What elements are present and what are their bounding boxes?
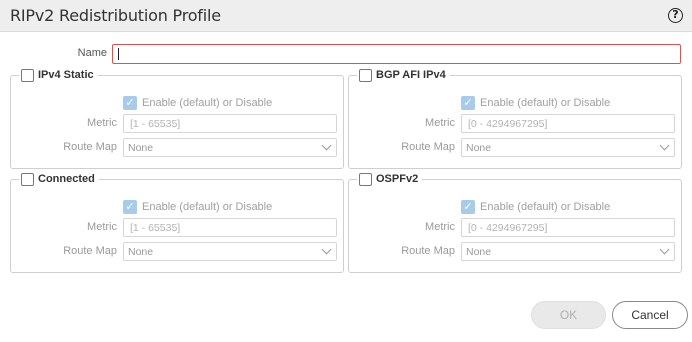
ospfv2-enable-row: ✓ Enable (default) or Disable (461, 200, 610, 214)
ospfv2-group: OSPFv2 ✓ Enable (default) or Disable Met… (348, 171, 682, 273)
connected-legend: Connected (19, 171, 99, 187)
ipv4-static-metric-input: [1 - 65535] (123, 114, 337, 133)
chevron-down-icon (321, 140, 332, 151)
ospfv2-checkbox[interactable] (359, 172, 372, 186)
connected-group: Connected ✓ Enable (default) or Disable … (10, 171, 344, 273)
ipv4-static-route-map-label: Route Map (63, 141, 117, 153)
ipv4-static-enable-label: Enable (default) or Disable (142, 97, 273, 109)
ipv4-static-label: IPv4 Static (38, 69, 94, 81)
ospfv2-legend: OSPFv2 (357, 171, 423, 187)
connected-enable-checkbox: ✓ (123, 200, 137, 214)
chevron-down-icon (659, 244, 670, 255)
dialog-title: RIPv2 Redistribution Profile (10, 6, 221, 25)
ospfv2-label: OSPFv2 (376, 173, 419, 185)
cancel-button[interactable]: Cancel (612, 301, 688, 329)
ospfv2-route-map-select: None (461, 242, 675, 261)
connected-metric-label: Metric (87, 221, 117, 233)
text-caret (118, 48, 119, 60)
ipv4-static-legend: IPv4 Static (19, 67, 98, 83)
bgp-afi-ipv4-enable-label: Enable (default) or Disable (480, 97, 611, 109)
connected-metric-input: [1 - 65535] (123, 218, 337, 237)
ipv4-static-metric-label: Metric (87, 117, 117, 129)
chevron-down-icon (659, 140, 670, 151)
bgp-afi-ipv4-enable-checkbox: ✓ (461, 96, 475, 110)
ipv4-static-group: IPv4 Static ✓ Enable (default) or Disabl… (10, 67, 344, 169)
bgp-afi-ipv4-route-map-label: Route Map (401, 141, 455, 153)
connected-checkbox[interactable] (21, 172, 34, 186)
dialog-titlebar: RIPv2 Redistribution Profile ? (0, 0, 692, 32)
name-input[interactable] (112, 44, 681, 64)
ospfv2-route-map-value: None (466, 246, 492, 258)
bgp-afi-ipv4-metric-label: Metric (425, 117, 455, 129)
bgp-afi-ipv4-enable-row: ✓ Enable (default) or Disable (461, 96, 610, 110)
ok-button[interactable]: OK (531, 301, 606, 329)
connected-enable-row: ✓ Enable (default) or Disable (123, 200, 272, 214)
ipv4-static-checkbox[interactable] (21, 68, 34, 82)
ospfv2-metric-input: [0 - 4294967295] (461, 218, 675, 237)
connected-route-map-label: Route Map (63, 245, 117, 257)
bgp-afi-ipv4-checkbox[interactable] (359, 68, 372, 82)
ospfv2-metric-label: Metric (425, 221, 455, 233)
bgp-afi-ipv4-legend: BGP AFI IPv4 (357, 67, 450, 83)
bgp-afi-ipv4-group: BGP AFI IPv4 ✓ Enable (default) or Disab… (348, 67, 682, 169)
ipv4-static-enable-checkbox: ✓ (123, 96, 137, 110)
ospfv2-enable-label: Enable (default) or Disable (480, 201, 611, 213)
ipv4-static-route-map-value: None (128, 142, 154, 154)
chevron-down-icon (321, 244, 332, 255)
bgp-afi-ipv4-route-map-select: None (461, 138, 675, 157)
connected-enable-label: Enable (default) or Disable (142, 201, 273, 213)
ospfv2-route-map-label: Route Map (401, 245, 455, 257)
bgp-afi-ipv4-metric-input: [0 - 4294967295] (461, 114, 675, 133)
bgp-afi-ipv4-label: BGP AFI IPv4 (376, 69, 446, 81)
ipv4-static-route-map-select: None (123, 138, 337, 157)
bgp-afi-ipv4-route-map-value: None (466, 142, 492, 154)
ipv4-static-enable-row: ✓ Enable (default) or Disable (123, 96, 272, 110)
ospfv2-enable-checkbox: ✓ (461, 200, 475, 214)
connected-route-map-select: None (123, 242, 337, 261)
name-label: Name (77, 47, 107, 59)
help-icon[interactable]: ? (668, 8, 683, 23)
connected-label: Connected (38, 173, 95, 185)
connected-route-map-value: None (128, 246, 154, 258)
